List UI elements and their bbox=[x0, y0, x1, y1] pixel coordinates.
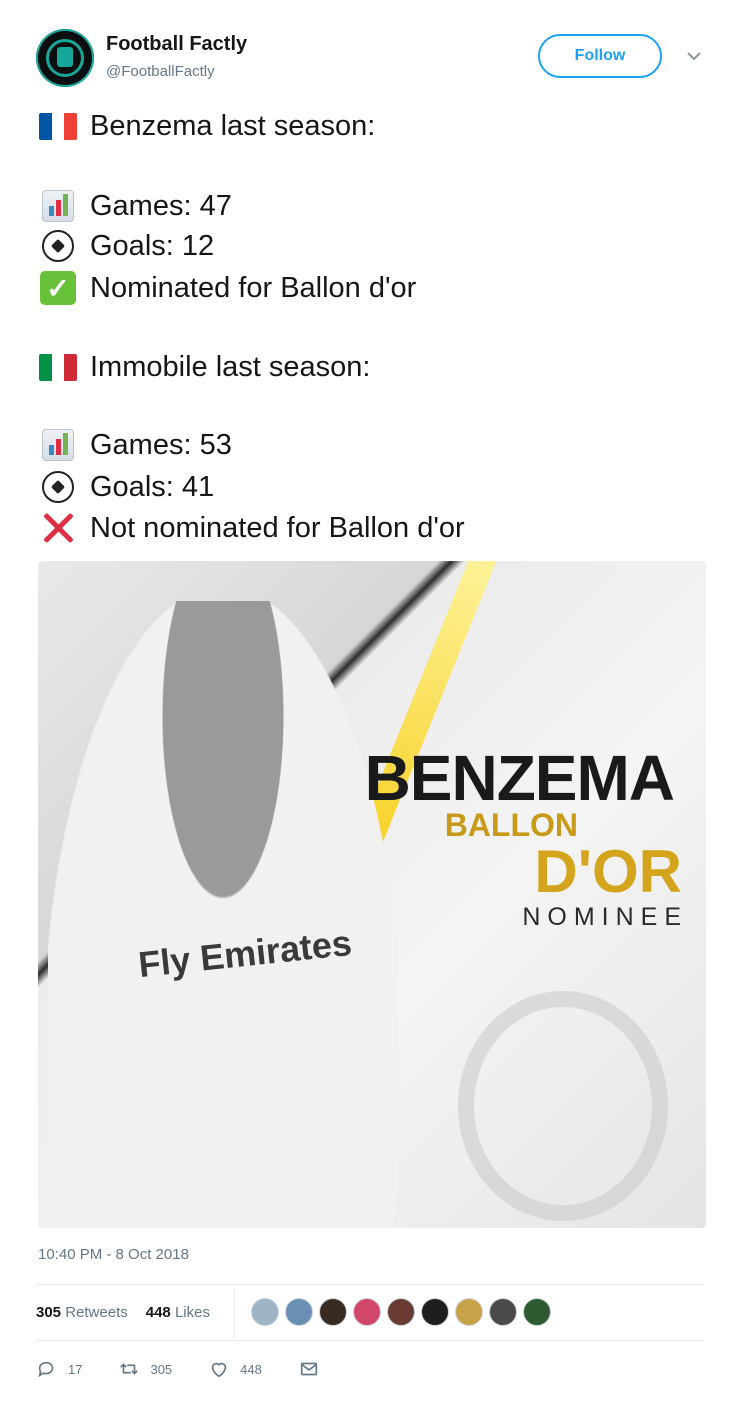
handle[interactable]: @FootballFactly bbox=[106, 63, 215, 80]
tweet-line-text: Games: 53 bbox=[90, 428, 232, 461]
tweet-line-text: Goals: 41 bbox=[90, 470, 215, 503]
like-button[interactable]: 448 bbox=[208, 1358, 262, 1380]
real-madrid-crest-icon bbox=[458, 991, 668, 1221]
tweet-line-text: Not nominated for Ballon d'or bbox=[90, 511, 465, 544]
avatar[interactable] bbox=[36, 29, 94, 87]
liker-avatar[interactable] bbox=[285, 1298, 313, 1326]
liker-avatar[interactable] bbox=[421, 1298, 449, 1326]
tweet-line-text: Goals: 12 bbox=[90, 229, 215, 262]
heart-icon bbox=[211, 1362, 227, 1378]
tweet-line: Goals: 41 bbox=[38, 469, 214, 505]
cross-mark-icon bbox=[38, 512, 78, 544]
likes-stat[interactable]: 448 Likes bbox=[146, 1304, 210, 1321]
like-count: 448 bbox=[240, 1361, 262, 1377]
liker-avatar[interactable] bbox=[523, 1298, 551, 1326]
engagement-stats: 305 Retweets 448 Likes bbox=[36, 1304, 210, 1321]
liker-avatar[interactable] bbox=[251, 1298, 279, 1326]
tweet-line: Benzema last season: bbox=[38, 108, 375, 144]
soccer-ball-icon bbox=[38, 471, 78, 503]
bar-chart-icon bbox=[38, 429, 78, 461]
timestamp[interactable]: 10:40 PM - 8 Oct 2018 bbox=[38, 1246, 189, 1263]
retweets-stat[interactable]: 305 Retweets bbox=[36, 1304, 128, 1321]
retweet-count: 305 bbox=[150, 1361, 173, 1377]
italy-flag-icon bbox=[38, 351, 78, 383]
retweet-icon bbox=[120, 1363, 139, 1375]
divider bbox=[36, 1284, 704, 1285]
liker-avatar[interactable] bbox=[455, 1298, 483, 1326]
tweet-line-text: Nominated for Ballon d'or bbox=[90, 271, 417, 304]
tweet-line-text: Games: 47 bbox=[90, 189, 232, 222]
chevron-down-icon[interactable] bbox=[682, 44, 706, 68]
tweet-line: Games: 53 bbox=[38, 427, 232, 463]
image-headline: BENZEMA bbox=[364, 742, 675, 814]
tweet-line: Games: 47 bbox=[38, 188, 232, 224]
tweet-image[interactable]: BENZEMA BALLON D'OR NOMINEE Fly Emirates bbox=[38, 561, 706, 1228]
image-subtitle-dor: D'OR bbox=[534, 838, 682, 905]
tweet-line: Goals: 12 bbox=[38, 228, 214, 264]
envelope-icon bbox=[300, 1362, 318, 1376]
stats-separator bbox=[234, 1288, 235, 1338]
soccer-ball-icon bbox=[38, 230, 78, 262]
avatar-logo-icon bbox=[57, 47, 73, 67]
player-photo bbox=[48, 601, 398, 1228]
reply-icon bbox=[38, 1361, 54, 1378]
tweet-line-text: Immobile last season: bbox=[90, 350, 371, 383]
liker-avatar[interactable] bbox=[353, 1298, 381, 1326]
bar-chart-icon bbox=[38, 190, 78, 222]
retweet-button[interactable]: 305 bbox=[118, 1358, 172, 1380]
message-button[interactable] bbox=[298, 1358, 320, 1380]
liker-avatar[interactable] bbox=[489, 1298, 517, 1326]
tweet-line: Not nominated for Ballon d'or bbox=[38, 510, 465, 546]
retweets-label: Retweets bbox=[65, 1304, 128, 1321]
reply-count: 17 bbox=[68, 1361, 83, 1377]
liker-avatars bbox=[251, 1298, 551, 1326]
liker-avatar[interactable] bbox=[387, 1298, 415, 1326]
retweets-count: 305 bbox=[36, 1304, 62, 1321]
likes-label: Likes bbox=[174, 1304, 210, 1321]
divider bbox=[36, 1340, 704, 1341]
reply-button[interactable]: 17 bbox=[36, 1358, 82, 1380]
check-mark-icon: ✓ bbox=[38, 271, 78, 305]
liker-avatar[interactable] bbox=[319, 1298, 347, 1326]
tweet-line-text: Benzema last season: bbox=[90, 109, 376, 142]
france-flag-icon bbox=[38, 110, 78, 142]
likes-count: 448 bbox=[145, 1304, 171, 1321]
display-name[interactable]: Football Factly bbox=[106, 33, 247, 56]
image-subtitle-nominee: NOMINEE bbox=[522, 903, 688, 931]
tweet-line: Immobile last season: bbox=[38, 349, 370, 385]
action-bar: 17 305 448 bbox=[36, 1358, 356, 1380]
follow-button[interactable]: Follow bbox=[538, 34, 662, 78]
tweet-line: ✓ Nominated for Ballon d'or bbox=[38, 270, 416, 306]
